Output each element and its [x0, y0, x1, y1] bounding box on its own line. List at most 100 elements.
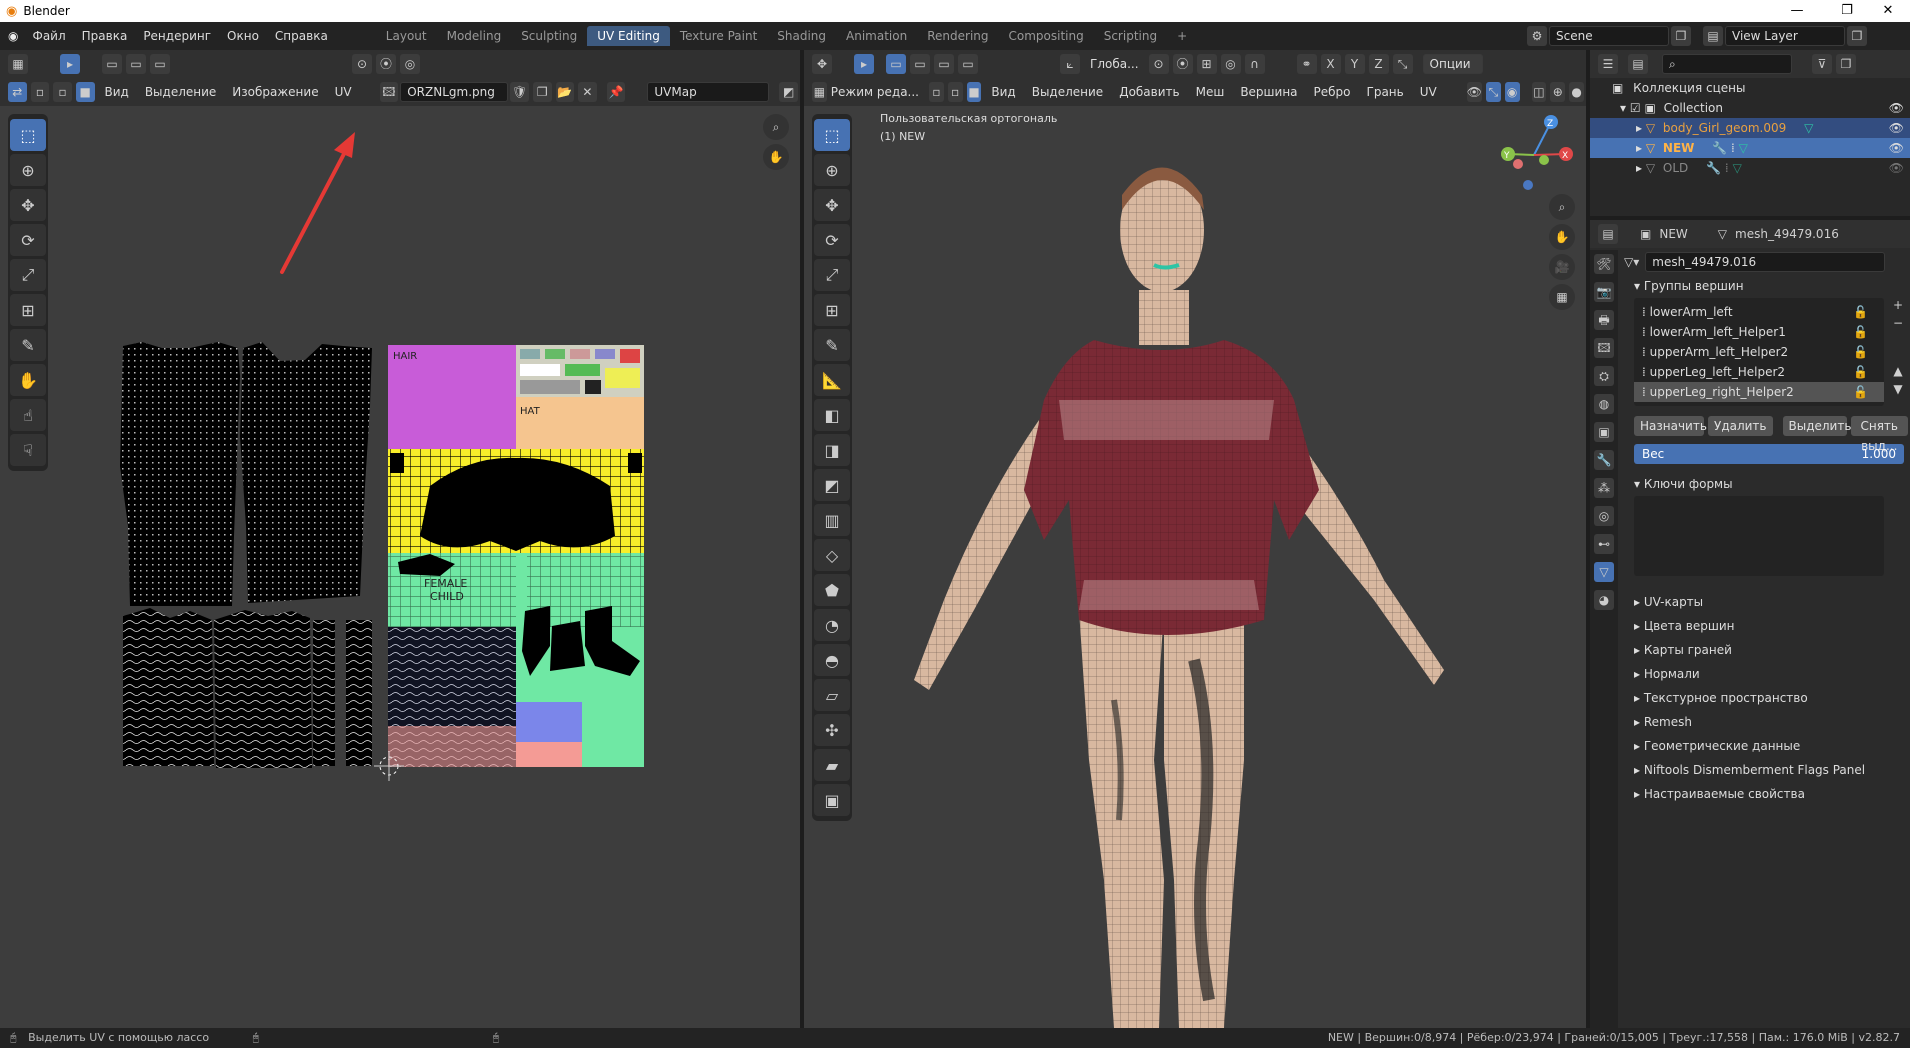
tab-shading[interactable]: Shading — [767, 26, 836, 46]
panel-normals[interactable]: ▸ Нормали — [1624, 662, 1908, 686]
list-add-icon[interactable]: + — [1890, 298, 1906, 312]
vp-pivot-icon[interactable]: ⊙ — [1148, 54, 1169, 74]
vp-rotate-tool-icon[interactable]: ⟳ — [814, 224, 850, 256]
outliner-search[interactable]: ⌕ — [1662, 54, 1792, 74]
list-move-up-icon[interactable]: ▲ — [1890, 364, 1906, 378]
viewport-editor-type-icon[interactable]: ✥ — [812, 54, 832, 74]
vp-menu-mesh[interactable]: Меш — [1188, 85, 1233, 99]
viewport-select-icon[interactable]: ▸ — [854, 54, 874, 74]
vertex-group-item[interactable]: ⁞ upperArm_left_Helper2 🔓 — [1634, 342, 1884, 362]
inset-tool-icon[interactable]: ◨ — [814, 434, 850, 466]
vertex-group-item-active[interactable]: ⁞ upperLeg_right_Helper2 🔓 — [1634, 382, 1884, 402]
editor-type-icon[interactable]: ▦ — [8, 54, 28, 74]
polybuild-tool-icon[interactable]: ⬟ — [814, 574, 850, 606]
pivot-icon[interactable]: ⊙ — [352, 54, 372, 74]
vp-menu-face[interactable]: Грань — [1359, 85, 1412, 99]
expand-icon[interactable]: ▸ — [1636, 121, 1642, 135]
constraints-tab-icon[interactable]: ⊷ — [1594, 534, 1614, 554]
xray-icon[interactable]: ◫ — [1531, 82, 1547, 102]
vp-menu-edge[interactable]: Ребро — [1306, 85, 1359, 99]
vp-snap-icon[interactable]: ⦿ — [1172, 54, 1193, 74]
outliner-scene-collection[interactable]: ▣ Коллекция сцены — [1590, 78, 1910, 98]
uv-sync-icon[interactable]: ⇄ — [8, 82, 27, 102]
vp-menu-vertex[interactable]: Вершина — [1232, 85, 1305, 99]
ortho-toggle-icon[interactable]: ▦ — [1549, 284, 1575, 310]
visibility-eye-icon[interactable]: 👁 — [1889, 118, 1904, 138]
output-tab-icon[interactable]: 🖶 — [1594, 310, 1614, 330]
overlay-icon[interactable]: ◉ — [1504, 82, 1520, 102]
vp-proportional-icon[interactable]: ◎ — [1220, 54, 1241, 74]
visibility-eye-icon[interactable]: 👁 — [1889, 98, 1904, 118]
image-browse-icon[interactable]: 🖾 — [379, 82, 399, 102]
lock-icon[interactable]: 🔓 — [1853, 382, 1868, 402]
vp-select-extend-icon[interactable]: ▭ — [910, 54, 930, 74]
minimize-icon[interactable]: — — [1775, 0, 1819, 22]
vp-proportional-falloff-icon[interactable]: ∩ — [1244, 54, 1265, 74]
tab-compositing[interactable]: Compositing — [999, 26, 1094, 46]
vp-select-box-icon[interactable]: ▭ — [886, 54, 906, 74]
menu-window[interactable]: Окно — [219, 29, 267, 43]
checkbox-icon[interactable]: ☑ — [1630, 101, 1641, 115]
mode-icon[interactable]: ▦ — [812, 82, 827, 102]
restore-icon[interactable]: ❐ — [1825, 0, 1869, 22]
view-layer-field[interactable]: View Layer — [1725, 26, 1845, 46]
weight-slider[interactable]: Вес 1.000 — [1634, 444, 1904, 464]
gizmo-icon[interactable]: ⤡ — [1485, 82, 1501, 102]
tab-scripting[interactable]: Scripting — [1094, 26, 1167, 46]
menu-edit[interactable]: Правка — [74, 29, 136, 43]
tool-tab-icon[interactable]: 🛠 — [1594, 254, 1614, 274]
remove-button[interactable]: Удалить — [1708, 416, 1773, 436]
fake-user-icon[interactable]: 🛡 — [510, 82, 529, 102]
panel-uv-maps[interactable]: ▸ UV-карты — [1624, 590, 1908, 614]
view-layer-icon[interactable]: ▤ — [1703, 26, 1723, 46]
smooth-tool-icon[interactable]: ◓ — [814, 644, 850, 676]
extrude-tool-icon[interactable]: ◧ — [814, 399, 850, 431]
edge-select-icon[interactable]: ▫ — [53, 82, 72, 102]
menu-file[interactable]: Файл — [24, 29, 73, 43]
character-mesh[interactable] — [864, 140, 1514, 1028]
material-tab-icon[interactable]: ◕ — [1594, 590, 1614, 610]
tab-uv-editing[interactable]: UV Editing — [587, 26, 670, 46]
uv-menu-select[interactable]: Выделение — [137, 85, 224, 99]
deselect-button[interactable]: Снять выд... — [1850, 416, 1908, 453]
add-workspace-icon[interactable]: + — [1167, 26, 1197, 46]
world-tab-icon[interactable]: ◍ — [1594, 394, 1614, 414]
vp-pan-icon[interactable]: ✋ — [1549, 224, 1575, 250]
vertex-group-item[interactable]: ⁞ lowerArm_left 🔓 — [1634, 302, 1884, 322]
tab-sculpting[interactable]: Sculpting — [511, 26, 587, 46]
vp-menu-add[interactable]: Добавить — [1111, 85, 1187, 99]
panel-custom-properties[interactable]: ▸ Настраиваемые свойства — [1624, 782, 1908, 806]
proportional-icon[interactable]: ◎ — [400, 54, 420, 74]
vp-menu-uv[interactable]: UV — [1412, 85, 1445, 99]
outliner-item-body[interactable]: ▸ ▽ body_Girl_geom.009 ▽ 👁 — [1590, 118, 1910, 138]
shape-keys-panel-header[interactable]: ▾ Ключи формы — [1624, 472, 1908, 496]
mirror-x-toggle[interactable]: X — [1320, 54, 1341, 74]
shrink-tool-icon[interactable]: ✣ — [814, 714, 850, 746]
tab-texture-paint[interactable]: Texture Paint — [670, 26, 767, 46]
uv-canvas[interactable]: HAIR HAT FEMALE CHILD — [0, 106, 800, 1028]
outliner-type-icon[interactable]: ☰ — [1598, 54, 1618, 74]
modifier-tab-icon[interactable]: 🔧 — [1594, 450, 1614, 470]
vp-move-tool-icon[interactable]: ✥ — [814, 189, 850, 221]
new-collection-icon[interactable]: ❐ — [1836, 54, 1856, 74]
vp-vertex-select-icon[interactable]: ▫ — [929, 82, 944, 102]
uv-menu-uv[interactable]: UV — [327, 85, 360, 99]
expand-icon[interactable]: ▸ — [1636, 161, 1642, 175]
select-button[interactable]: Выделить — [1782, 416, 1851, 436]
outliner-item-new[interactable]: ▸ ▽ NEW 🔧 ⁞ ▽ 👁 — [1590, 138, 1910, 158]
menu-help[interactable]: Справка — [267, 29, 336, 43]
display-mode-icon[interactable]: ▤ — [1628, 54, 1648, 74]
close-icon[interactable]: ✕ — [1866, 0, 1910, 22]
outliner-collection[interactable]: ▾ ☑ ▣ Collection 👁 — [1590, 98, 1910, 118]
expand-icon[interactable]: ▸ — [1636, 141, 1642, 155]
vp-edge-select-icon[interactable]: ▫ — [947, 82, 963, 102]
camera-view-icon[interactable]: 🎥 — [1549, 254, 1575, 280]
particles-tab-icon[interactable]: ⁂ — [1594, 478, 1614, 498]
unlink-image-icon[interactable]: ✕ — [578, 82, 597, 102]
tab-modeling[interactable]: Modeling — [437, 26, 512, 46]
transform-orientation-icon[interactable]: ⟀ — [1060, 54, 1080, 74]
blender-menu-icon[interactable]: ◉ — [8, 29, 18, 43]
data-tab-icon[interactable]: ▽ — [1594, 562, 1614, 582]
render-tab-icon[interactable]: 📷 — [1594, 282, 1614, 302]
new-image-icon[interactable]: ❐ — [532, 82, 552, 102]
